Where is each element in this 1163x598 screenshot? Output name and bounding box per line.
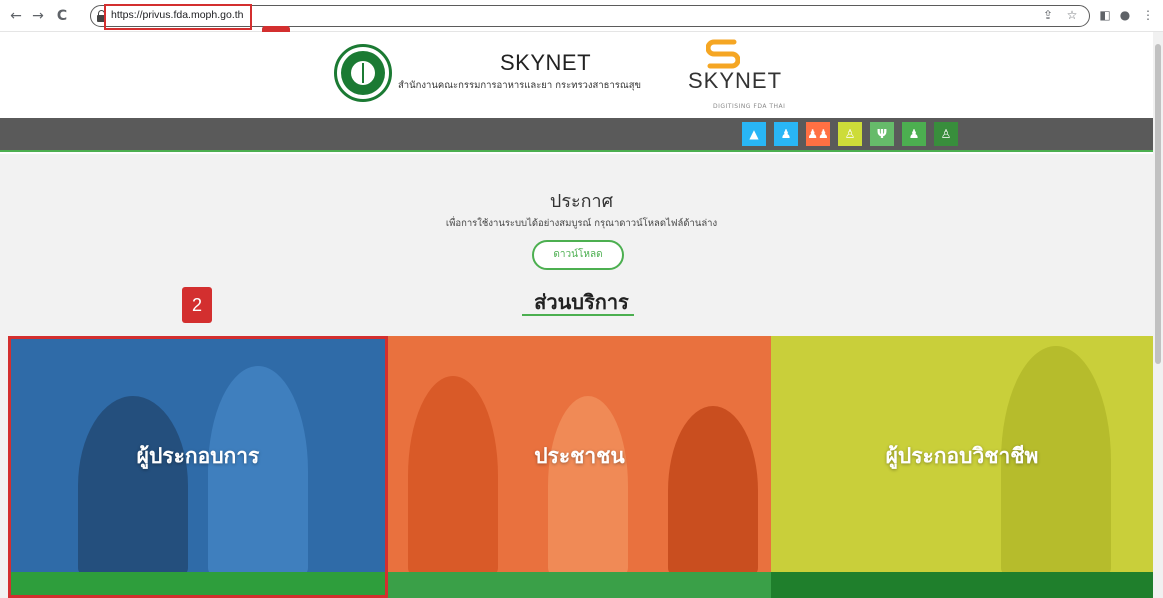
entrepreneur-highlight-box bbox=[8, 336, 388, 598]
scrollbar-thumb[interactable] bbox=[1155, 44, 1161, 364]
nav-band: ▲ ♟ ♟♟ ♙ Ψ ♟ ♙ bbox=[0, 118, 1163, 152]
service-label: ผู้ประกอบวิชาชีพ bbox=[885, 444, 1039, 468]
side-panel-icon[interactable]: ◧ bbox=[1097, 7, 1113, 23]
person-icon[interactable]: ♟ bbox=[774, 122, 798, 146]
announcement-title: ประกาศ bbox=[549, 191, 614, 212]
admin-icon[interactable]: ♙ bbox=[934, 122, 958, 146]
doctor-icon[interactable]: ♙ bbox=[838, 122, 862, 146]
user-icon[interactable]: ♟ bbox=[902, 122, 926, 146]
brand-tagline: DIGITISING FDA THAI bbox=[713, 103, 786, 110]
back-icon[interactable]: ← bbox=[6, 6, 26, 26]
skynet-s-logo bbox=[706, 39, 740, 69]
star-icon[interactable]: ☆ bbox=[1064, 7, 1080, 23]
service-label: ประชาชน bbox=[534, 444, 625, 468]
announcement-text: เพื่อการใช้งานระบบได้อย่างสมบูรณ์ กรุณาด… bbox=[445, 218, 718, 229]
green-strip bbox=[388, 572, 771, 598]
share-icon[interactable]: ⇪ bbox=[1040, 7, 1056, 23]
site-header: SKYNET สำนักงานคณะกรรมการอาหารและยา กระท… bbox=[0, 32, 1163, 118]
profile-icon[interactable]: ● bbox=[1117, 7, 1133, 23]
service-tile-professional[interactable]: ผู้ประกอบวิชาชีพ bbox=[771, 336, 1153, 572]
step-2-badge: 2 bbox=[182, 287, 212, 323]
menu-icon[interactable]: ⋮ bbox=[1140, 7, 1156, 23]
nav-tiles: ▲ ♟ ♟♟ ♙ Ψ ♟ ♙ bbox=[742, 122, 966, 146]
download-button[interactable]: ดาวน์โหลด bbox=[532, 240, 624, 270]
site-title: SKYNET bbox=[500, 50, 592, 75]
reload-icon[interactable]: C bbox=[52, 6, 72, 26]
services-underline bbox=[522, 314, 634, 316]
brand-name: SKYNET bbox=[688, 68, 783, 93]
service-tile-public[interactable]: ประชาชน bbox=[388, 336, 771, 572]
group-icon[interactable]: ♟♟ bbox=[806, 122, 830, 146]
url-highlight-box bbox=[104, 4, 252, 30]
green-strip bbox=[771, 572, 1153, 598]
ministry-seal-logo bbox=[334, 44, 392, 102]
logo-icon[interactable]: ▲ bbox=[742, 122, 766, 146]
forward-icon[interactable]: → bbox=[28, 6, 48, 26]
site-subtitle: สำนักงานคณะกรรมการอาหารและยา กระทรวงสาธา… bbox=[398, 80, 642, 91]
antenna-icon[interactable]: Ψ bbox=[870, 122, 894, 146]
